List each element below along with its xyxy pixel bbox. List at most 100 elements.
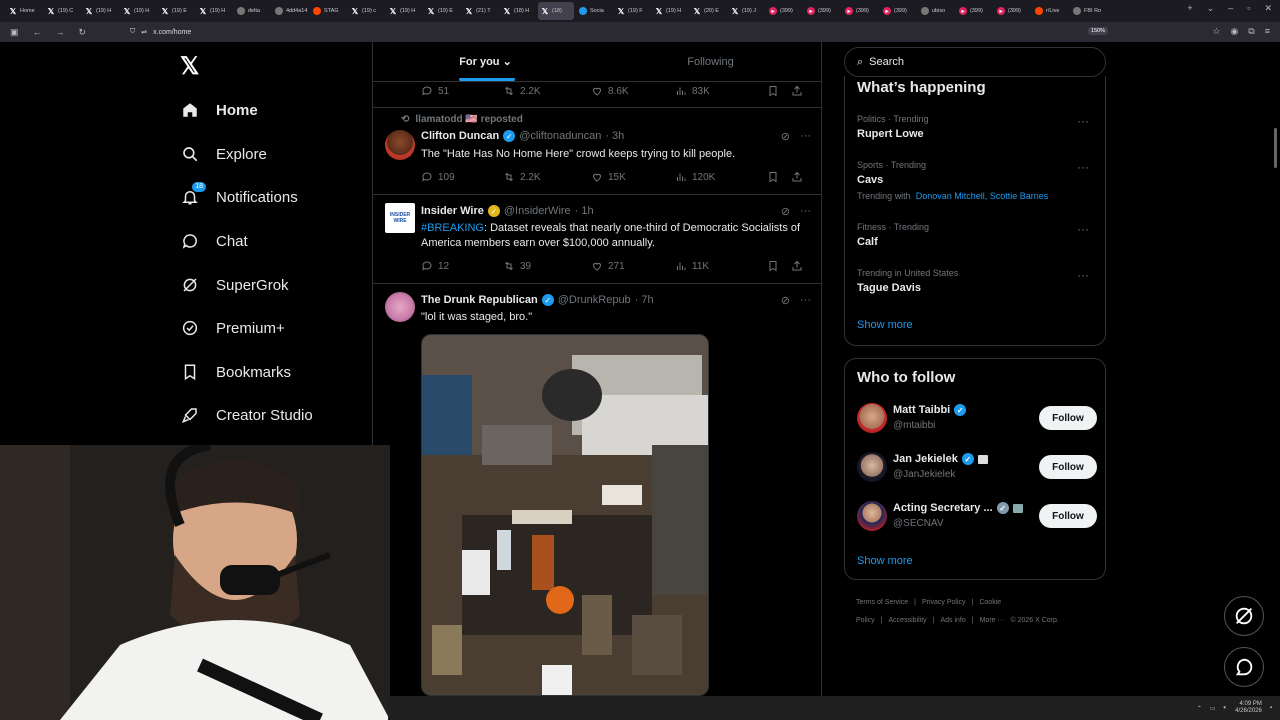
nav-item-creator-studio[interactable]: Creator Studio <box>180 403 313 427</box>
browser-tab[interactable]: 4dd4a14 <box>272 2 308 20</box>
nav-item-chat[interactable]: Chat <box>180 229 248 253</box>
more-icon[interactable]: ··· <box>1077 114 1089 128</box>
notification-icon[interactable]: ▪ <box>1270 705 1272 711</box>
browser-tab[interactable]: 𝕏 (20) E <box>690 2 726 20</box>
network-icon[interactable]: ▭ <box>1210 705 1216 712</box>
show-more-link[interactable]: Show more <box>857 555 913 567</box>
tweet-previous[interactable]: 51 2.2K 8.6K 83K <box>373 82 821 108</box>
footer-link[interactable]: Privacy Policy <box>922 599 966 606</box>
avatar[interactable] <box>857 403 887 433</box>
x-logo[interactable]: 𝕏 <box>180 52 199 81</box>
share-button[interactable] <box>791 260 803 272</box>
nav-item-home[interactable]: Home <box>180 98 258 122</box>
hashtag-link[interactable]: #BREAKING <box>421 222 484 234</box>
repost-button[interactable]: 2.2K <box>503 171 591 183</box>
repost-button[interactable]: 2.2K <box>503 85 591 97</box>
browser-tab[interactable]: 𝕏 (19) H <box>120 2 156 20</box>
minimize-icon[interactable]: – <box>1228 3 1233 14</box>
browser-tab[interactable]: ▸ (399) <box>842 2 878 20</box>
views-button[interactable]: 120K <box>675 171 767 183</box>
nav-item-supergrok[interactable]: SuperGrok <box>180 273 289 297</box>
like-button[interactable]: 15K <box>591 171 675 183</box>
trend-related-links[interactable]: Donovan Mitchell, Scottie Barnes <box>916 191 1049 201</box>
browser-tab[interactable]: ▸ (399) <box>766 2 802 20</box>
nav-item-bookmarks[interactable]: Bookmarks <box>180 360 291 384</box>
back-icon[interactable]: ← <box>33 27 42 37</box>
tweet[interactable]: The Drunk Republican ✓ @DrunkRepub · 7h … <box>373 284 821 696</box>
trend-item[interactable]: Politics · Trending Rupert Lowe ··· <box>857 114 1097 140</box>
more-icon[interactable]: ··· <box>1077 222 1089 236</box>
nav-item-notifications[interactable]: 18 Notifications <box>180 182 298 209</box>
tweet-time[interactable]: · 1h <box>575 205 594 217</box>
browser-tab[interactable]: 𝕏 (19) H <box>196 2 232 20</box>
footer-link[interactable]: More ··· <box>980 617 1005 624</box>
tweet-media-image[interactable] <box>421 334 709 696</box>
browser-tab[interactable]: ▸ (399) <box>994 2 1030 20</box>
author-handle[interactable]: @DrunkRepub <box>558 294 631 306</box>
views-button[interactable]: 83K <box>675 85 767 97</box>
trend-item[interactable]: Sports · Trending Cavs Trending with Don… <box>857 160 1097 201</box>
more-icon[interactable]: ··· <box>1077 160 1089 174</box>
avatar[interactable] <box>385 292 415 322</box>
tweet[interactable]: ⟲ llamatodd 🇺🇸 reposted Clifton Duncan ✓ … <box>373 108 821 195</box>
messages-fab-button[interactable] <box>1224 647 1264 687</box>
reply-button[interactable]: 51 <box>421 85 503 97</box>
browser-tab[interactable]: 𝕏 (19) c <box>348 2 384 20</box>
tweet-time[interactable]: · 7h <box>635 294 654 306</box>
browser-tab[interactable]: 𝕏 (18) <box>538 2 574 20</box>
scrollbar[interactable] <box>1274 128 1277 168</box>
more-icon[interactable]: ··· <box>800 294 811 307</box>
browser-tab[interactable]: ▸ (399) <box>956 2 992 20</box>
nav-item-premium[interactable]: Premium+ <box>180 316 285 340</box>
menu-icon[interactable]: ≡ <box>1265 26 1270 37</box>
reply-button[interactable]: 12 <box>421 260 503 272</box>
browser-tab[interactable]: r/Live <box>1032 2 1068 20</box>
trend-item[interactable]: Fitness · Trending Calf ··· <box>857 222 1097 248</box>
views-button[interactable]: 11K <box>675 260 767 272</box>
follow-suggestion[interactable]: Jan Jekielek ✓ @JanJekielek Follow <box>857 452 1097 486</box>
bookmark-button[interactable] <box>767 171 791 183</box>
follow-suggestion[interactable]: Acting Secretary ... ✓ @SECNAV Follow <box>857 501 1097 535</box>
avatar[interactable] <box>385 130 415 160</box>
account-icon[interactable]: ◉ <box>1230 26 1238 37</box>
url-bar[interactable]: ⛉ ⇌ x.com/home 150% <box>130 24 1120 40</box>
browser-tab[interactable]: 𝕏 (21) T <box>462 2 498 20</box>
tweet[interactable]: INSIDER WIRE Insider Wire ✓ @InsiderWire… <box>373 195 821 284</box>
browser-tab[interactable]: 𝕏 (19) H <box>386 2 422 20</box>
system-clock[interactable]: 4:09 PM 4/26/2026 <box>1235 701 1262 715</box>
footer-link[interactable]: © 2026 X Corp. <box>1010 617 1058 624</box>
browser-tab[interactable]: 𝕏 (18) H <box>500 2 536 20</box>
volume-icon[interactable]: 🔈︎ <box>1224 705 1228 712</box>
browser-tab[interactable]: Socia <box>576 2 612 20</box>
search-input[interactable]: ⌕ Search <box>844 47 1106 77</box>
grok-icon[interactable]: ⊘ <box>781 294 790 307</box>
browser-tab[interactable]: ▸ (399) <box>804 2 840 20</box>
author-name[interactable]: Insider Wire <box>421 205 484 217</box>
tab-following[interactable]: Following <box>598 42 821 81</box>
share-button[interactable] <box>791 171 803 183</box>
grok-icon[interactable]: ⊘ <box>781 130 790 143</box>
avatar[interactable] <box>857 501 887 531</box>
share-button[interactable] <box>791 85 803 97</box>
chevron-up-icon[interactable]: ⌃ <box>1197 705 1202 712</box>
zoom-indicator[interactable]: 150% <box>1087 27 1108 35</box>
bookmark-button[interactable] <box>767 260 791 272</box>
nav-item-explore[interactable]: Explore <box>180 142 267 166</box>
browser-tab[interactable]: FBI Ro <box>1070 2 1106 20</box>
avatar[interactable] <box>857 452 887 482</box>
more-icon[interactable]: ··· <box>1077 268 1089 282</box>
browser-tab[interactable]: ubiso <box>918 2 954 20</box>
browser-tab[interactable]: 𝕏 (19) F <box>614 2 650 20</box>
browser-tab[interactable]: delta <box>234 2 270 20</box>
like-button[interactable]: 8.6K <box>591 85 675 97</box>
author-name[interactable]: The Drunk Republican <box>421 294 538 306</box>
trend-item[interactable]: Trending in United States Tague Davis ··… <box>857 268 1097 294</box>
more-icon[interactable]: ··· <box>800 205 811 218</box>
browser-tab[interactable]: 𝕏 Home <box>6 2 42 20</box>
close-icon[interactable]: ✕ <box>1264 3 1272 14</box>
footer-link[interactable]: Terms of Service <box>856 599 908 606</box>
author-name[interactable]: Clifton Duncan <box>421 130 499 142</box>
footer-link[interactable]: Ads info <box>940 617 965 624</box>
repost-button[interactable]: 39 <box>503 260 591 272</box>
follow-button[interactable]: Follow <box>1039 406 1097 430</box>
